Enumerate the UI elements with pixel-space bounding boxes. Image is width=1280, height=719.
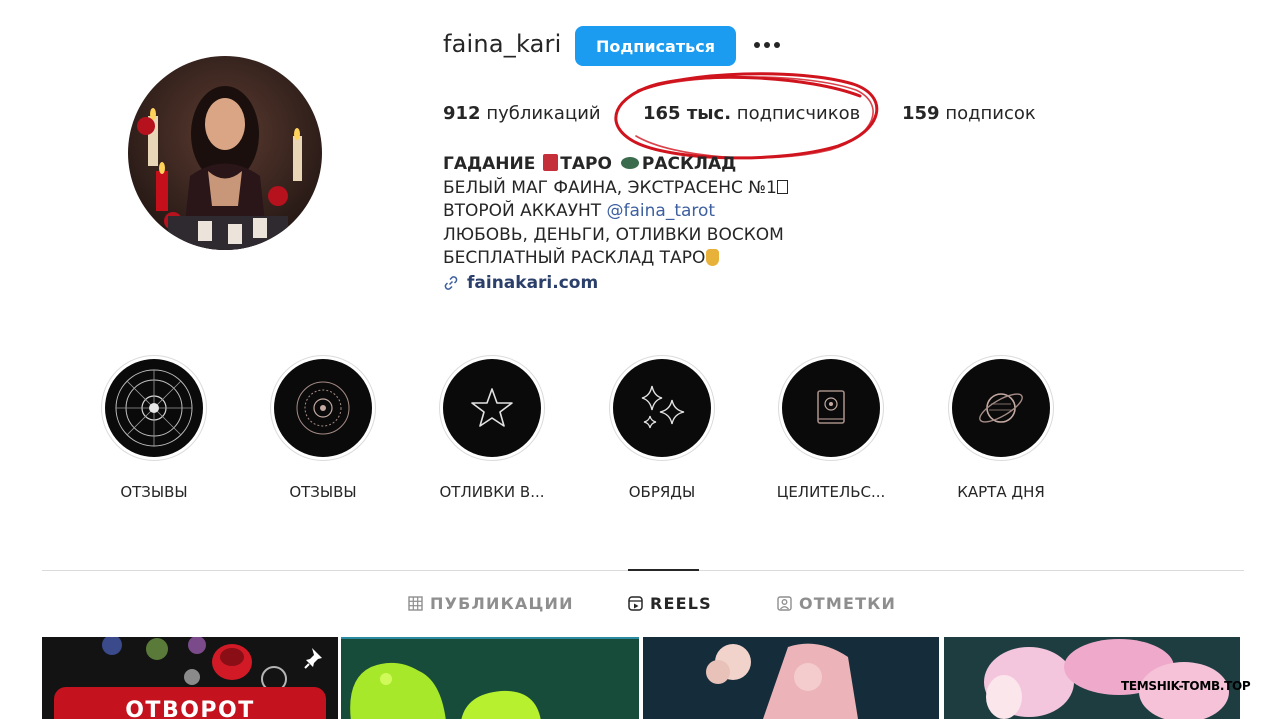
bio-website[interactable]: fainakari.com [443,272,788,296]
tarot-card-icon [543,154,559,171]
tab-label: ОТМЕТКИ [799,594,897,613]
highlight-item[interactable]: КАРТА ДНЯ [916,355,1086,501]
posts-stat: 912 публикаций [443,103,601,124]
reel-banner-text: ОТВОРОТ [54,687,326,719]
bio-line: БЕЛЫЙ МАГ ФАИНА, ЭКСТРАСЕНС №1 [443,177,788,201]
highlight-label: ОТЛИВКИ В... [439,483,545,501]
box-emoji-icon [776,179,788,194]
star-icon [443,359,541,457]
bio-line: БЕСПЛАТНЫЙ РАСКЛАД ТАРО [443,247,788,271]
watermark: TEMSHIK-TOMB.TOP [1121,679,1251,693]
reel-thumbnail[interactable] [341,637,639,719]
dot [764,42,770,48]
reel-thumbnail[interactable]: ОТВОРОТ [42,637,338,719]
grid-icon [408,596,423,611]
highlight-label: ОТЗЫВЫ [120,483,188,501]
bio-name-line: ГАДАНИЕ ТАРО РАСКЛАД [443,153,788,177]
highlight-item[interactable]: ОБРЯДЫ [577,355,747,501]
reels-icon [628,596,643,611]
highlight-ring [778,355,884,461]
bio-line2-prefix: ВТОРОЙ АККАУНТ [443,201,607,221]
followers-label: подписчиков [736,103,861,124]
more-options-icon[interactable] [748,30,786,60]
bio-mention-link[interactable]: @faina_tarot [607,201,716,221]
sparkles-icon [613,359,711,457]
bio-line3: ЛЮБОВЬ, ДЕНЬГИ, ОТЛИВКИ ВОСКОМ [443,224,784,245]
eye-emoji-icon [620,157,639,169]
profile-avatar[interactable] [128,56,322,250]
pointing-down-emoji-icon [706,249,720,266]
tab-reels[interactable]: REELS [628,594,712,613]
highlight-ring [609,355,715,461]
highlight-ring [439,355,545,461]
following-count: 159 [902,103,940,124]
reel-cover-image [706,643,858,719]
bio-line4: БЕСПЛАТНЫЙ РАСКЛАД ТАРО [443,248,706,268]
planet-icon [952,359,1050,457]
profile-bio: ГАДАНИЕ ТАРО РАСКЛАД БЕЛЫЙ МАГ ФАИНА, ЭК… [443,153,788,295]
highlight-ring [270,355,376,461]
highlight-label: ЦЕЛИТЕЛЬС... [776,483,886,501]
website-link[interactable]: fainakari.com [467,272,598,296]
zodiac-wheel-icon [105,359,203,457]
book-icon [782,359,880,457]
bio-line1: БЕЛЫЙ МАГ ФАИНА, ЭКСТРАСЕНС №1 [443,177,777,198]
bio-name-part2: ТАРО [560,154,612,174]
highlight-ring [101,355,207,461]
bio-name-part1: ГАДАНИЕ [443,154,536,174]
active-tab-indicator [628,569,699,571]
posts-count: 912 [443,103,481,124]
dot [754,42,760,48]
highlight-item[interactable]: ЦЕЛИТЕЛЬС... [746,355,916,501]
bio-name-part3: РАСКЛАД [641,154,737,174]
following-stat[interactable]: 159 подписок [902,103,1036,124]
tab-posts[interactable]: ПУБЛИКАЦИИ [408,594,574,613]
reel-thumbnail[interactable] [944,637,1240,719]
bio-line: ВТОРОЙ АККАУНТ @faina_tarot [443,200,788,224]
reel-thumbnail[interactable] [643,637,939,719]
following-label: подписок [945,103,1036,124]
reel-cover-image [984,639,1229,719]
mandala-icon [274,359,372,457]
highlight-item[interactable]: ОТЗЫВЫ [69,355,239,501]
reel-cover-image [350,662,541,719]
profile-username: faina_kari [443,30,562,58]
highlight-label: КАРТА ДНЯ [957,483,1045,501]
highlight-label: ОБРЯДЫ [628,483,696,501]
tagged-icon [777,596,792,611]
followers-count: 165 тыс. [643,103,732,124]
link-icon [444,276,458,291]
posts-label: публикаций [486,103,601,124]
highlight-label: ОТЗЫВЫ [289,483,357,501]
highlight-ring [948,355,1054,461]
dot [774,42,780,48]
highlight-item[interactable]: ОТЛИВКИ В... [407,355,577,501]
tab-label: ПУБЛИКАЦИИ [430,594,574,613]
tab-tagged[interactable]: ОТМЕТКИ [777,594,896,613]
follow-button[interactable]: Подписаться [575,26,736,66]
tab-label: REELS [650,594,712,613]
highlight-item[interactable]: ОТЗЫВЫ [238,355,408,501]
pin-icon [304,648,322,669]
followers-stat[interactable]: 165 тыс. подписчиков [643,103,860,124]
